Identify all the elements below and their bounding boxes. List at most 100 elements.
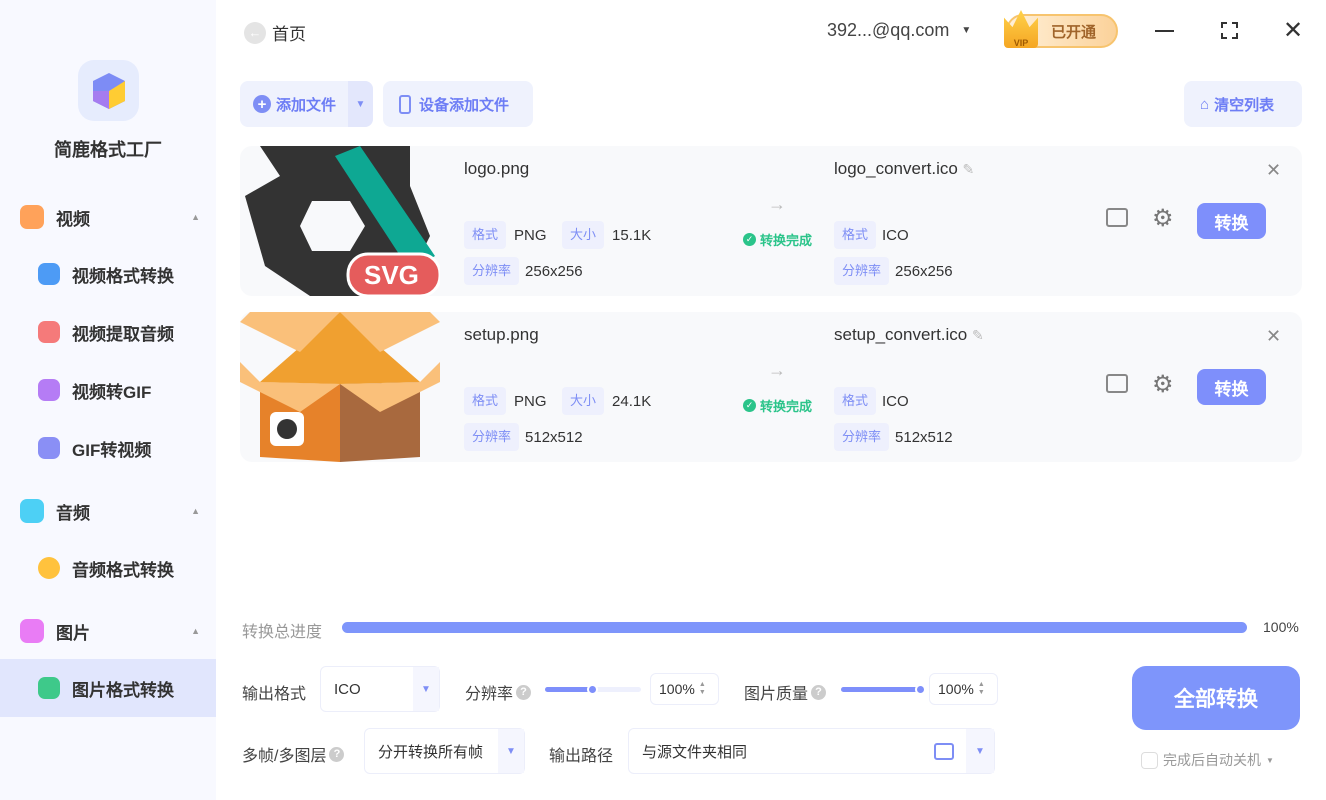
- help-icon[interactable]: ?: [516, 685, 531, 700]
- multiframe-select[interactable]: 分开转换所有帧▼: [364, 728, 525, 774]
- clear-list-label: 清空列表: [1214, 94, 1274, 115]
- convert-button[interactable]: 转换: [1197, 369, 1266, 405]
- maximize-button[interactable]: [1221, 22, 1238, 39]
- format-tag: 格式: [464, 387, 506, 415]
- multiframe-value: 分开转换所有帧: [378, 741, 498, 762]
- resolution-stepper[interactable]: 100%▲▼: [650, 673, 719, 705]
- output-resolution: 256x256: [895, 263, 953, 280]
- gif-icon: [38, 379, 60, 401]
- source-filename: setup.png: [464, 325, 539, 345]
- dropdown-icon: ▼: [961, 25, 971, 36]
- sidebar-item-extract-audio[interactable]: 视频提取音频: [0, 304, 216, 360]
- resolution-tag: 分辨率: [464, 423, 519, 451]
- sidebar: 简鹿格式工厂 视频▲ 视频格式转换 视频提取音频 视频转GIF GIF转视频 音…: [0, 0, 216, 800]
- open-folder-icon[interactable]: [1106, 374, 1128, 393]
- vip-badge[interactable]: VIP 已开通: [1006, 14, 1118, 48]
- check-icon: ✓: [743, 233, 756, 246]
- resolution-label: 分辨率?: [465, 680, 531, 704]
- output-format-value: ICO: [334, 681, 413, 698]
- settings-gear-icon[interactable]: ⚙: [1152, 204, 1174, 233]
- account-menu[interactable]: 392...@qq.com ▼: [827, 20, 971, 41]
- item-label: 视频格式转换: [72, 262, 174, 287]
- stepper-arrows-icon[interactable]: ▲▼: [978, 681, 985, 697]
- remove-file-icon[interactable]: ✕: [1266, 326, 1281, 347]
- sidebar-item-gif-to-video[interactable]: GIF转视频: [0, 420, 216, 476]
- section-label: 视频: [56, 205, 90, 230]
- status-done: ✓转换完成: [743, 396, 812, 415]
- remove-file-icon[interactable]: ✕: [1266, 160, 1281, 181]
- progress-bar: [342, 622, 1247, 633]
- format-tag: 格式: [834, 387, 876, 415]
- resolution-slider[interactable]: [545, 687, 641, 692]
- slider-thumb[interactable]: [915, 684, 926, 695]
- plus-icon: +: [253, 95, 271, 113]
- vip-label: 已开通: [1051, 21, 1096, 42]
- source-filename: logo.png: [464, 159, 529, 179]
- source-size: 24.1K: [612, 393, 651, 410]
- quality-slider[interactable]: [841, 687, 921, 692]
- account-email: 392...@qq.com: [827, 20, 949, 41]
- output-path-select[interactable]: 与源文件夹相同▼: [628, 728, 995, 774]
- edit-pencil-icon[interactable]: ✎: [963, 161, 975, 177]
- device-add-file-button[interactable]: 设备添加文件: [383, 81, 533, 127]
- device-add-label: 设备添加文件: [419, 94, 509, 115]
- slider-thumb[interactable]: [587, 684, 598, 695]
- progress-fill: [342, 622, 1247, 633]
- edit-pencil-icon[interactable]: ✎: [972, 327, 984, 343]
- file-card: setup.png 格式PNG大小24.1K 分辨率512x512 → ✓转换完…: [240, 312, 1302, 462]
- dropdown-icon: ▼: [498, 729, 524, 773]
- collapse-icon: ▲: [191, 626, 200, 636]
- broom-icon: ⌂: [1200, 96, 1209, 113]
- format-tag: 格式: [464, 221, 506, 249]
- collapse-icon: ▲: [191, 506, 200, 516]
- resolution-value: 100%: [659, 681, 695, 697]
- resolution-tag: 分辨率: [464, 257, 519, 285]
- arrow-right-icon: →: [768, 194, 786, 215]
- dropdown-icon[interactable]: ▼: [1266, 756, 1274, 765]
- vip-text: VIP: [1014, 38, 1029, 48]
- auto-shutdown-checkbox[interactable]: 完成后自动关机▼: [1141, 750, 1274, 770]
- video-icon: [20, 205, 44, 229]
- sidebar-section-audio[interactable]: 音频 ▲: [20, 496, 200, 526]
- sidebar-section-image[interactable]: 图片▲: [20, 616, 200, 646]
- help-icon[interactable]: ?: [811, 685, 826, 700]
- convert-button[interactable]: 转换: [1197, 203, 1266, 239]
- folder-icon[interactable]: [934, 743, 954, 760]
- sidebar-item-image-convert[interactable]: 图片格式转换: [0, 659, 216, 717]
- output-filename[interactable]: setup_convert.ico ✎: [834, 325, 984, 345]
- output-name-text: logo_convert.ico: [834, 159, 958, 178]
- convert-all-button[interactable]: 全部转换: [1132, 666, 1300, 730]
- add-file-button[interactable]: + 添加文件 ▼: [240, 81, 373, 127]
- sidebar-item-video-to-gif[interactable]: 视频转GIF: [0, 362, 216, 418]
- svg-badge: SVG: [364, 260, 419, 291]
- add-file-dropdown[interactable]: ▼: [348, 81, 373, 127]
- minimize-button[interactable]: [1155, 30, 1174, 32]
- video-convert-icon: [38, 263, 60, 285]
- sidebar-item-audio-convert[interactable]: 音频格式转换: [0, 540, 216, 596]
- stepper-arrows-icon[interactable]: ▲▼: [699, 681, 706, 697]
- output-format-select[interactable]: ICO▼: [320, 666, 440, 712]
- image-icon: [20, 619, 44, 643]
- sidebar-section-video[interactable]: 视频▲: [20, 202, 200, 232]
- back-arrow-icon: ←: [244, 22, 266, 44]
- clear-list-button[interactable]: ⌂ 清空列表: [1184, 81, 1302, 127]
- status-text: 转换完成: [760, 396, 812, 415]
- output-filename[interactable]: logo_convert.ico ✎: [834, 159, 974, 179]
- output-format: ICO: [882, 227, 909, 244]
- add-file-label: 添加文件: [276, 94, 336, 115]
- settings-gear-icon[interactable]: ⚙: [1152, 370, 1174, 399]
- file-card: SVG logo.png 格式PNG大小15.1K 分辨率256x256 → ✓…: [240, 146, 1302, 296]
- back-home-link[interactable]: ← 首页: [244, 20, 306, 45]
- dropdown-icon: ▼: [413, 667, 439, 711]
- output-path-label: 输出路径: [549, 742, 613, 766]
- close-window-button[interactable]: ✕: [1283, 16, 1303, 45]
- sidebar-item-video-convert[interactable]: 视频格式转换: [0, 246, 216, 302]
- checkbox-box[interactable]: [1141, 752, 1158, 769]
- section-label: 音频: [56, 499, 90, 524]
- output-format-label: 输出格式: [242, 680, 306, 704]
- headphone-icon: [38, 557, 60, 579]
- item-label: GIF转视频: [72, 436, 151, 461]
- open-folder-icon[interactable]: [1106, 208, 1128, 227]
- quality-stepper[interactable]: 100%▲▼: [929, 673, 998, 705]
- help-icon[interactable]: ?: [329, 747, 344, 762]
